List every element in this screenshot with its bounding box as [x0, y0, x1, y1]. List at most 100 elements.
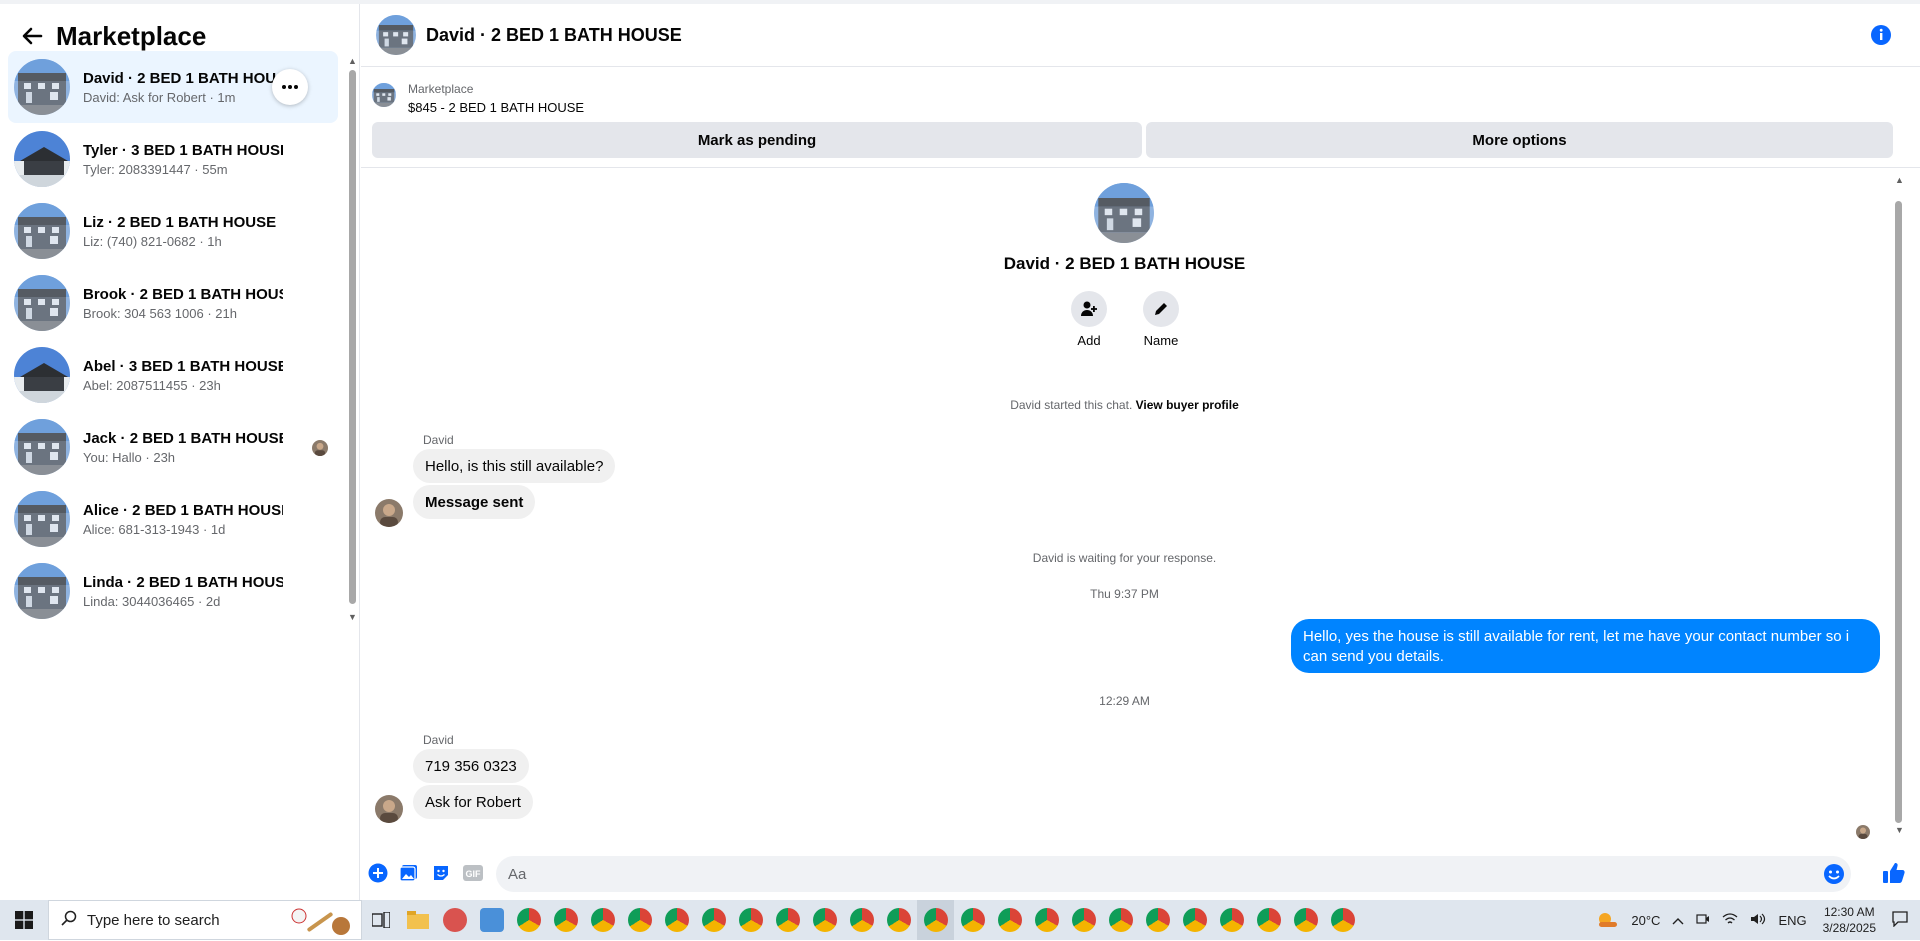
chrome-icon[interactable]	[658, 900, 695, 940]
conversation-item[interactable]: Liz · 2 BED 1 BATH HOUSE Liz: (740) 821-…	[8, 195, 338, 267]
add-person-icon[interactable]	[1071, 291, 1107, 327]
thumbs-up-icon[interactable]	[1881, 860, 1907, 886]
info-icon[interactable]	[1870, 24, 1892, 46]
chrome-icon[interactable]	[1324, 900, 1361, 940]
windows-taskbar: Type here to search 20°C ENG 12:30 AM 3/…	[0, 900, 1920, 940]
more-options-button[interactable]: More options	[1146, 122, 1893, 158]
sender-name: David	[423, 733, 454, 747]
network-icon[interactable]	[1722, 912, 1738, 929]
view-buyer-profile-link[interactable]: View buyer profile	[1136, 398, 1239, 412]
scroll-up-icon[interactable]: ▲	[1895, 175, 1904, 185]
chat-started-text: David started this chat.	[1010, 398, 1133, 412]
meet-icon[interactable]	[1696, 912, 1710, 929]
chrome-icon[interactable]	[1139, 900, 1176, 940]
pencil-icon[interactable]	[1143, 291, 1179, 327]
scroll-up-icon[interactable]: ▲	[348, 56, 357, 66]
taskbar-search[interactable]: Type here to search	[48, 900, 362, 940]
chrome-icon[interactable]	[991, 900, 1028, 940]
volume-icon[interactable]	[1750, 912, 1766, 929]
timestamp: Thu 9:37 PM	[1090, 587, 1159, 601]
chrome-icon[interactable]	[1102, 900, 1139, 940]
incoming-message[interactable]: Hello, is this still available?	[413, 449, 616, 483]
scrollbar-thumb[interactable]	[1895, 201, 1902, 823]
scroll-down-icon[interactable]: ▼	[348, 612, 357, 622]
sticker-icon[interactable]	[430, 862, 452, 884]
chat-title[interactable]: David · 2 BED 1 BATH HOUSE	[426, 25, 682, 46]
start-button[interactable]	[0, 900, 48, 940]
chat-avatar[interactable]	[376, 15, 416, 55]
more-options-button[interactable]	[272, 69, 308, 105]
incoming-message[interactable]: 719 356 0323	[413, 749, 529, 783]
conversation-preview: Alice: 681-313-1943 · 1d	[83, 521, 226, 537]
incoming-message[interactable]: Message sent	[413, 485, 536, 519]
taskbar-apps	[362, 900, 1361, 940]
chrome-icon[interactable]	[732, 900, 769, 940]
chrome-icon[interactable]	[695, 900, 732, 940]
incoming-message[interactable]: Ask for Robert	[413, 785, 533, 819]
outgoing-message[interactable]: Hello, yes the house is still available …	[1291, 619, 1880, 673]
conversation-item[interactable]: Jack · 2 BED 1 BATH HOUSE You: Hallo · 2…	[8, 411, 338, 483]
sidebar-header: Marketplace	[14, 18, 206, 54]
search-icon	[61, 910, 77, 931]
chrome-icon[interactable]	[510, 900, 547, 940]
gif-icon[interactable]: GIF	[462, 862, 484, 884]
chrome-icon[interactable]	[1028, 900, 1065, 940]
conversation-item[interactable]: Abel · 3 BED 1 BATH HOUSE Abel: 20875114…	[8, 339, 338, 411]
notification-icon[interactable]	[1892, 910, 1908, 930]
conversation-preview: Abel: 2087511455 · 23h	[83, 377, 221, 393]
chrome-icon[interactable]	[584, 900, 621, 940]
weather-temperature[interactable]: 20°C	[1631, 913, 1660, 928]
mark-as-pending-button[interactable]: Mark as pending	[372, 122, 1142, 158]
conversation-name: Alice · 2 BED 1 BATH HOUSE	[83, 501, 283, 519]
chrome-icon[interactable]	[769, 900, 806, 940]
chrome-icon[interactable]	[1287, 900, 1324, 940]
app-icon[interactable]	[436, 900, 473, 940]
chat-scrollbar[interactable]: ▲ ▼	[1893, 169, 1905, 841]
conversation-item[interactable]: Linda · 2 BED 1 BATH HOUSE Linda: 304403…	[8, 555, 338, 627]
scroll-down-icon[interactable]: ▼	[1895, 825, 1904, 835]
add-action[interactable]: Add	[1059, 291, 1119, 348]
conversation-preview: Brook: 304 563 1006 · 21h	[83, 305, 237, 321]
chevron-up-icon[interactable]	[1672, 913, 1684, 928]
chrome-icon[interactable]	[954, 900, 991, 940]
app-icon[interactable]	[473, 900, 510, 940]
back-arrow-icon[interactable]	[14, 18, 50, 54]
chrome-icon[interactable]	[843, 900, 880, 940]
language-indicator[interactable]: ENG	[1778, 913, 1806, 928]
conversation-item[interactable]: Alice · 2 BED 1 BATH HOUSE Alice: 681-31…	[8, 483, 338, 555]
timestamp: 12:29 AM	[1099, 694, 1150, 708]
emoji-icon[interactable]	[1823, 863, 1845, 885]
conversation-item[interactable]: David · 2 BED 1 BATH HOUSE David: Ask fo…	[8, 51, 338, 123]
sender-avatar[interactable]	[375, 499, 403, 527]
listing-price-title[interactable]: $845 - 2 BED 1 BATH HOUSE	[408, 100, 584, 115]
name-action[interactable]: Name	[1131, 291, 1191, 348]
chrome-icon[interactable]	[1250, 900, 1287, 940]
clock[interactable]: 12:30 AM 3/28/2025	[1823, 904, 1876, 936]
chrome-icon[interactable]	[1213, 900, 1250, 940]
task-view-icon[interactable]	[362, 900, 399, 940]
file-explorer-icon[interactable]	[399, 900, 436, 940]
conversation-preview: David: Ask for Robert · 1m	[83, 89, 236, 105]
listing-avatar	[14, 203, 70, 259]
photo-icon[interactable]	[398, 862, 420, 884]
scrollbar-thumb[interactable]	[349, 70, 356, 604]
chrome-icon[interactable]	[547, 900, 584, 940]
conversation-item[interactable]: Tyler · 3 BED 1 BATH HOUSE Tyler: 208339…	[8, 123, 338, 195]
plus-circle-icon[interactable]	[367, 862, 389, 884]
listing-thumbnail[interactable]	[372, 83, 396, 107]
intro-title: David · 2 BED 1 BATH HOUSE	[1003, 254, 1246, 273]
sender-avatar[interactable]	[375, 795, 403, 823]
chrome-icon[interactable]	[806, 900, 843, 940]
listing-avatar	[14, 563, 70, 619]
chrome-icon[interactable]	[1176, 900, 1213, 940]
sidebar-scrollbar[interactable]: ▲ ▼	[348, 56, 357, 626]
message-input-wrapper	[496, 856, 1851, 892]
conversation-item[interactable]: Brook · 2 BED 1 BATH HOUSE Brook: 304 56…	[8, 267, 338, 339]
chrome-icon[interactable]	[621, 900, 658, 940]
listing-avatar	[14, 131, 70, 187]
chrome-icon[interactable]	[1065, 900, 1102, 940]
chrome-icon[interactable]	[880, 900, 917, 940]
chrome-icon-active[interactable]	[917, 900, 954, 940]
weather-icon[interactable]	[1597, 910, 1619, 931]
message-input[interactable]	[496, 856, 1786, 892]
